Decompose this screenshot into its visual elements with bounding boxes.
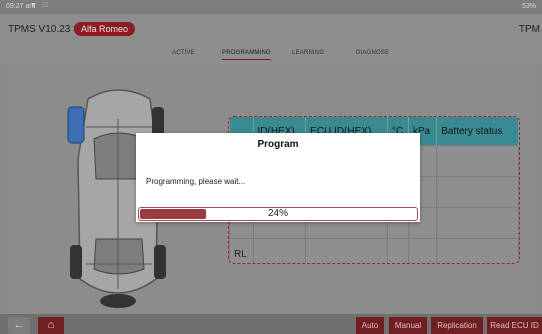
tab-active[interactable]: ACTIVE bbox=[172, 50, 195, 56]
home-button[interactable]: ⌂ bbox=[38, 317, 64, 334]
row-label: RL bbox=[229, 238, 254, 263]
tab-diagnose[interactable]: DIAGNOSE bbox=[356, 50, 389, 56]
col-battery-status: Battery status bbox=[436, 117, 519, 146]
program-dialog: Program Programming, please wait... 24% bbox=[136, 133, 420, 222]
read-ecu-id-button[interactable]: Read ECU ID bbox=[487, 317, 542, 334]
brand-breadcrumb[interactable]: Alfa Romeo bbox=[74, 22, 136, 36]
app-title: TPMS V10.23 > bbox=[8, 24, 79, 35]
progress-text: 24% bbox=[267, 208, 288, 219]
back-button[interactable]: ← bbox=[8, 317, 30, 334]
replication-button[interactable]: Replication bbox=[431, 317, 483, 334]
app-header: TPMS V10.23 > Alfa Romeo TPM bbox=[0, 14, 542, 46]
dialog-title: Program bbox=[257, 139, 299, 150]
status-bar: 09:27 am ▼ □ 53% bbox=[0, 0, 542, 14]
progress-bar: 24% bbox=[138, 207, 418, 221]
right-title: TPM bbox=[518, 24, 540, 35]
wifi-icon: ▼ □ bbox=[30, 2, 50, 9]
tab-bar: ACTIVE PROGRAMMING LEARNING DIAGNOSE bbox=[0, 46, 542, 64]
back-arrow-icon: ← bbox=[13, 319, 25, 331]
tab-learning[interactable]: LEARNING bbox=[292, 50, 324, 56]
home-icon: ⌂ bbox=[47, 319, 55, 331]
tab-programming[interactable]: PROGRAMMING bbox=[222, 50, 271, 60]
manual-button[interactable]: Manual bbox=[389, 317, 427, 334]
battery-level: 53% bbox=[521, 3, 536, 10]
dialog-message: Programming, please wait... bbox=[146, 177, 246, 186]
table-row[interactable]: RL bbox=[229, 238, 519, 263]
bottom-toolbar: ← ⌂ Auto Manual Replication Read ECU ID bbox=[0, 314, 542, 334]
auto-button[interactable]: Auto bbox=[356, 317, 384, 334]
